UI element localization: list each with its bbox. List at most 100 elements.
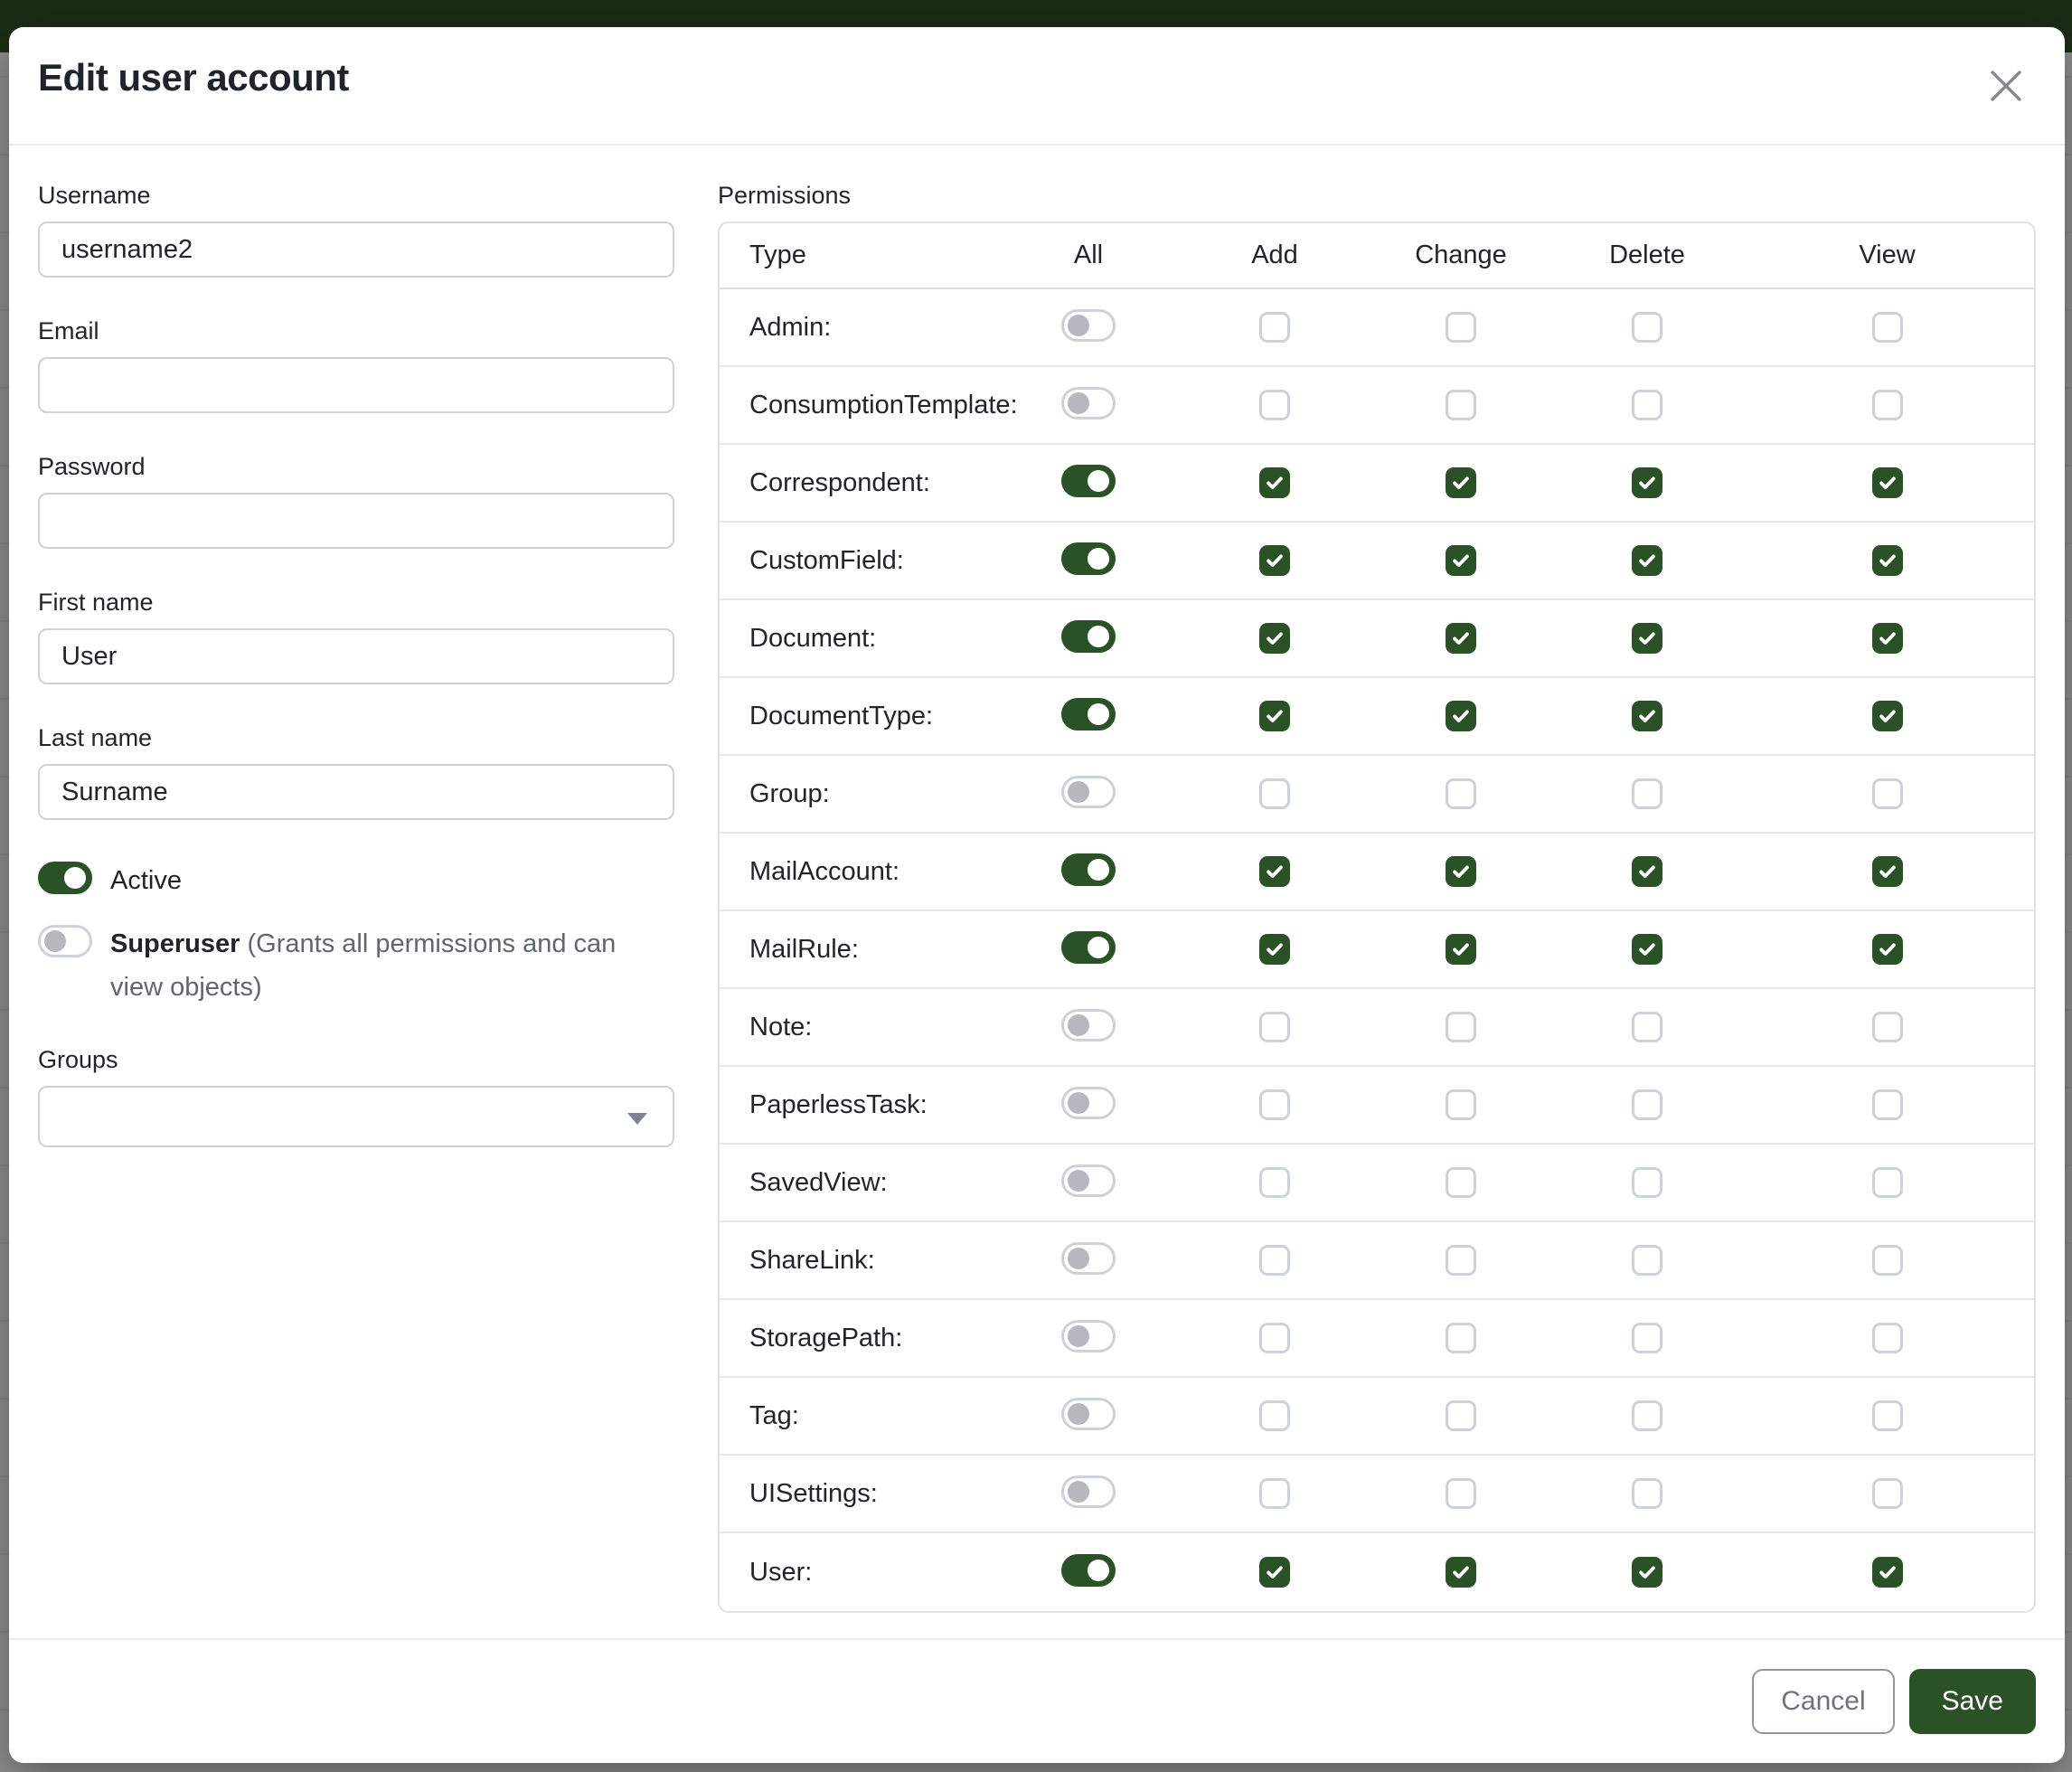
- permission-delete-checkbox[interactable]: [1632, 1557, 1662, 1588]
- permission-add-checkbox[interactable]: [1259, 1167, 1290, 1198]
- permission-change-checkbox[interactable]: [1446, 1478, 1476, 1509]
- permission-change-checkbox[interactable]: [1446, 312, 1476, 343]
- permission-view-checkbox[interactable]: [1872, 1245, 1903, 1276]
- permission-delete-checkbox[interactable]: [1632, 1400, 1662, 1431]
- permission-add-checkbox[interactable]: [1259, 934, 1290, 965]
- permission-view-checkbox[interactable]: [1872, 1478, 1903, 1509]
- permission-add-checkbox[interactable]: [1259, 701, 1290, 731]
- permission-add-checkbox[interactable]: [1259, 1323, 1290, 1353]
- permission-change-checkbox[interactable]: [1446, 545, 1476, 576]
- permission-all-toggle[interactable]: [1061, 465, 1116, 497]
- permission-add-checkbox[interactable]: [1259, 1478, 1290, 1509]
- permission-add-checkbox[interactable]: [1259, 1400, 1290, 1431]
- permission-delete-checkbox[interactable]: [1632, 856, 1662, 887]
- permission-change-checkbox[interactable]: [1446, 1245, 1476, 1276]
- permission-delete-checkbox[interactable]: [1632, 390, 1662, 420]
- permission-all-toggle[interactable]: [1061, 931, 1116, 964]
- username-input[interactable]: [38, 222, 674, 278]
- permission-change-checkbox[interactable]: [1446, 1400, 1476, 1431]
- permission-row: Group:: [720, 756, 2034, 834]
- permission-all-toggle[interactable]: [1061, 776, 1116, 808]
- email-input[interactable]: [38, 357, 674, 413]
- permission-change-checkbox[interactable]: [1446, 1167, 1476, 1198]
- permission-view-checkbox[interactable]: [1872, 545, 1903, 576]
- permission-all-toggle[interactable]: [1061, 309, 1116, 342]
- permission-view-checkbox[interactable]: [1872, 1012, 1903, 1042]
- permission-view-checkbox[interactable]: [1872, 778, 1903, 809]
- superuser-toggle[interactable]: [38, 925, 92, 957]
- permission-add-checkbox[interactable]: [1259, 1245, 1290, 1276]
- permission-all-toggle[interactable]: [1061, 853, 1116, 886]
- permission-view-checkbox[interactable]: [1872, 312, 1903, 343]
- permission-all-toggle[interactable]: [1061, 1242, 1116, 1275]
- permission-delete-checkbox[interactable]: [1632, 312, 1662, 343]
- permission-delete-checkbox[interactable]: [1632, 1478, 1662, 1509]
- permission-view-checkbox[interactable]: [1872, 623, 1903, 654]
- password-input[interactable]: [38, 493, 674, 549]
- permission-view-checkbox[interactable]: [1872, 1400, 1903, 1431]
- permission-all-toggle[interactable]: [1061, 1475, 1116, 1508]
- permission-add-checkbox[interactable]: [1259, 1012, 1290, 1042]
- permission-change-checkbox[interactable]: [1446, 1089, 1476, 1120]
- permission-add-checkbox[interactable]: [1259, 856, 1290, 887]
- permission-change-checkbox[interactable]: [1446, 1323, 1476, 1353]
- permission-all-toggle[interactable]: [1061, 542, 1116, 575]
- permission-delete-checkbox[interactable]: [1632, 934, 1662, 965]
- groups-select[interactable]: [38, 1086, 674, 1147]
- permission-view-checkbox[interactable]: [1872, 1557, 1903, 1588]
- permission-delete-checkbox[interactable]: [1632, 778, 1662, 809]
- permission-change-checkbox[interactable]: [1446, 701, 1476, 731]
- permission-add-checkbox[interactable]: [1259, 1089, 1290, 1120]
- permission-add-checkbox[interactable]: [1259, 1557, 1290, 1588]
- check-icon: [1451, 551, 1471, 570]
- column-header-type: Type: [749, 240, 995, 270]
- permission-delete-checkbox[interactable]: [1632, 545, 1662, 576]
- permission-all-toggle[interactable]: [1061, 620, 1116, 653]
- permission-view-checkbox[interactable]: [1872, 1167, 1903, 1198]
- permission-view-checkbox[interactable]: [1872, 856, 1903, 887]
- permission-add-checkbox[interactable]: [1259, 778, 1290, 809]
- permission-view-checkbox[interactable]: [1872, 934, 1903, 965]
- permission-add-checkbox[interactable]: [1259, 623, 1290, 654]
- cancel-button[interactable]: Cancel: [1752, 1669, 1894, 1734]
- permission-view-checkbox[interactable]: [1872, 1089, 1903, 1120]
- first-name-input[interactable]: [38, 628, 674, 684]
- permission-delete-checkbox[interactable]: [1632, 467, 1662, 498]
- active-toggle[interactable]: [38, 862, 92, 894]
- permission-add-checkbox[interactable]: [1259, 390, 1290, 420]
- permission-change-checkbox[interactable]: [1446, 390, 1476, 420]
- toggle-knob: [1068, 392, 1089, 414]
- last-name-input[interactable]: [38, 764, 674, 820]
- permission-delete-checkbox[interactable]: [1632, 701, 1662, 731]
- permission-view-checkbox[interactable]: [1872, 1323, 1903, 1353]
- permission-delete-checkbox[interactable]: [1632, 623, 1662, 654]
- permission-delete-checkbox[interactable]: [1632, 1089, 1662, 1120]
- permission-all-toggle[interactable]: [1061, 1398, 1116, 1430]
- permission-all-toggle[interactable]: [1061, 1164, 1116, 1197]
- permission-add-checkbox[interactable]: [1259, 467, 1290, 498]
- permission-delete-checkbox[interactable]: [1632, 1012, 1662, 1042]
- permission-view-checkbox[interactable]: [1872, 701, 1903, 731]
- permission-all-toggle[interactable]: [1061, 1009, 1116, 1042]
- permission-change-checkbox[interactable]: [1446, 623, 1476, 654]
- permission-view-checkbox[interactable]: [1872, 390, 1903, 420]
- permission-all-toggle[interactable]: [1061, 698, 1116, 730]
- permission-all-toggle[interactable]: [1061, 1320, 1116, 1353]
- permission-all-toggle[interactable]: [1061, 1554, 1116, 1587]
- permission-delete-checkbox[interactable]: [1632, 1245, 1662, 1276]
- permission-view-checkbox[interactable]: [1872, 467, 1903, 498]
- permission-change-checkbox[interactable]: [1446, 778, 1476, 809]
- permission-change-checkbox[interactable]: [1446, 1557, 1476, 1588]
- save-button[interactable]: Save: [1909, 1669, 2036, 1734]
- permission-add-checkbox[interactable]: [1259, 545, 1290, 576]
- permission-change-checkbox[interactable]: [1446, 1012, 1476, 1042]
- permission-all-toggle[interactable]: [1061, 387, 1116, 419]
- permission-delete-checkbox[interactable]: [1632, 1167, 1662, 1198]
- permission-delete-checkbox[interactable]: [1632, 1323, 1662, 1353]
- permission-all-toggle[interactable]: [1061, 1087, 1116, 1119]
- permission-change-checkbox[interactable]: [1446, 467, 1476, 498]
- permission-change-checkbox[interactable]: [1446, 856, 1476, 887]
- close-button[interactable]: [1976, 56, 2036, 118]
- permission-add-checkbox[interactable]: [1259, 312, 1290, 343]
- permission-change-checkbox[interactable]: [1446, 934, 1476, 965]
